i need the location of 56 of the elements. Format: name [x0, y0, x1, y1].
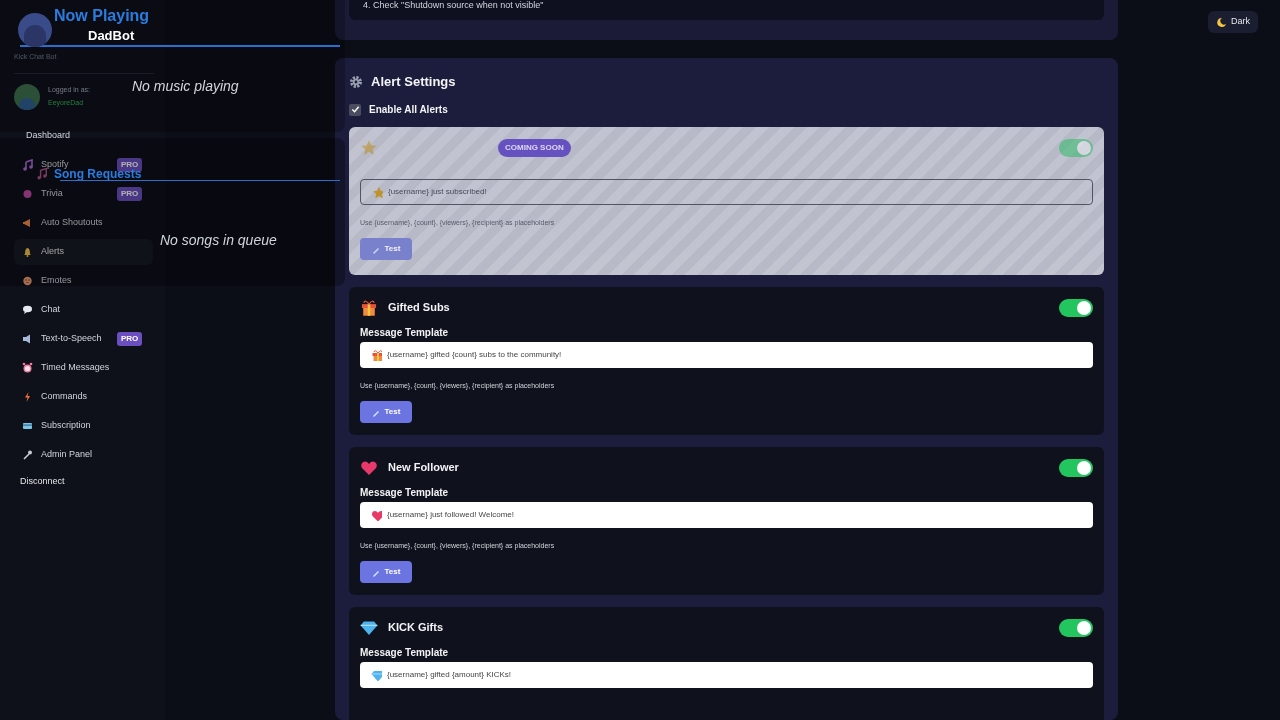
pro-badge: PRO: [117, 186, 143, 201]
alert-title: Gifted Subs: [388, 300, 450, 316]
test-button[interactable]: Test: [360, 401, 412, 423]
checkbox-label: Enable All Alerts: [369, 103, 448, 117]
message-template-field[interactable]: {username} gifted {amount} KICKs!: [360, 661, 1093, 688]
music-note-icon: [36, 168, 48, 180]
field-label: Message Template: [360, 485, 450, 500]
theme-toggle-button[interactable]: Dark: [1208, 11, 1258, 33]
bell-icon: [22, 245, 33, 258]
sidebar-item[interactable]: Subscription: [14, 418, 153, 433]
section-title: Alert Settings: [371, 73, 456, 91]
sidebar-item[interactable]: Trivia PRO: [14, 186, 153, 201]
bot-avatar: [18, 13, 52, 47]
panel-title: Now Playing: [54, 8, 150, 24]
megaphone-icon: [22, 216, 33, 229]
alarm-clock-icon: [22, 361, 33, 374]
checkbox[interactable]: [349, 103, 361, 116]
speaker-icon: [22, 332, 33, 345]
sidebar-item[interactable]: Timed Messages: [14, 360, 153, 375]
sidebar-item[interactable]: Dashboard: [14, 128, 153, 143]
moon-icon: [1216, 16, 1227, 28]
field-label: Message Template: [360, 645, 450, 660]
gift-icon: [371, 348, 382, 361]
alert-title: New Follower: [388, 460, 459, 476]
sidebar-item[interactable]: Commands: [14, 389, 153, 404]
gem-icon: [371, 668, 382, 681]
circle-icon: [22, 187, 33, 200]
sidebar-item[interactable]: Auto Shoutouts: [14, 215, 153, 230]
empty-message: No music playing: [132, 77, 239, 96]
instruction-text: 4. Check "Shutdown source when not visible": [363, 1, 544, 10]
sidebar-item[interactable]: Emotes: [14, 273, 153, 288]
test-button[interactable]: Test: [360, 561, 412, 583]
alert-title: KICK Gifts: [388, 620, 443, 636]
sidebar-item[interactable]: Admin Panel: [14, 447, 153, 462]
disconnect-link[interactable]: Disconnect: [14, 474, 151, 488]
coming-soon-badge: COMING SOON: [498, 138, 571, 157]
field-label: Message Template: [360, 325, 450, 340]
pro-badge: PRO: [117, 331, 143, 346]
sidebar-item[interactable]: Alerts: [14, 238, 153, 265]
toggle-switch[interactable]: [1059, 458, 1093, 477]
emote-face-icon: [22, 274, 33, 287]
star-icon: [372, 185, 383, 198]
toggle-switch[interactable]: [1059, 618, 1093, 637]
heart-icon: [371, 508, 382, 521]
star-icon: [360, 138, 378, 157]
message-template-field[interactable]: {username} gifted {count} subs to the community!: [360, 341, 1093, 368]
user-avatar: [14, 83, 40, 110]
toggle-switch[interactable]: [1059, 298, 1093, 317]
gift-icon: [360, 298, 378, 317]
music-note-icon: [22, 158, 33, 171]
chat-bubble-icon: [22, 303, 33, 316]
app-title: DadBot: [88, 27, 135, 46]
message-template-field[interactable]: {username} just followed! Welcome!: [360, 501, 1093, 528]
sidebar-item[interactable]: Chat: [14, 302, 153, 317]
sidebar-item[interactable]: Text-to-Speech PRO: [14, 331, 153, 346]
empty-message: No songs in queue: [160, 231, 277, 250]
